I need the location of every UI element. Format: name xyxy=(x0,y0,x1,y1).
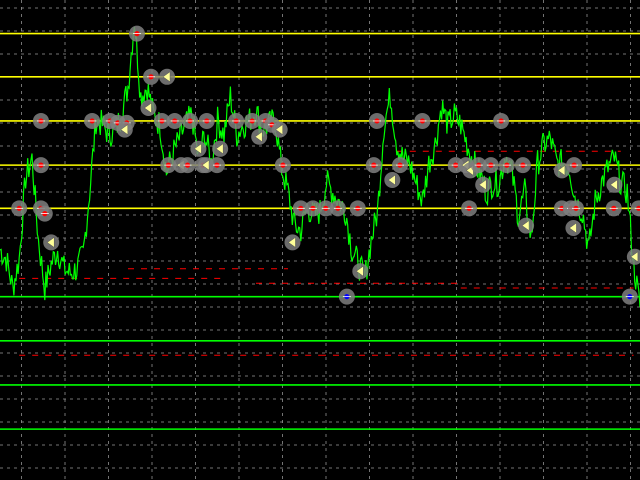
chart-area xyxy=(0,0,640,480)
price-chart xyxy=(0,0,640,480)
